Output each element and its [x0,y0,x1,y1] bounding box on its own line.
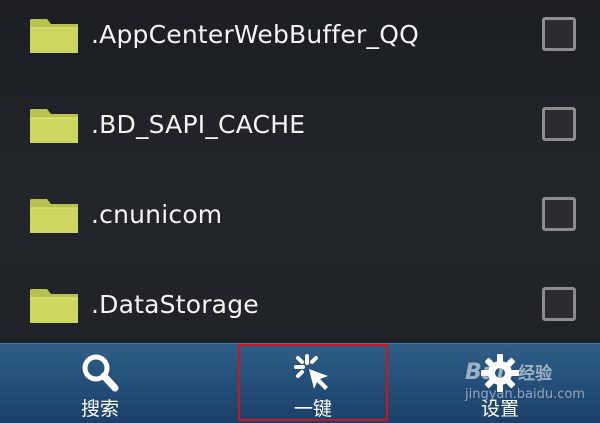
list-item[interactable]: .cnunicom [0,156,600,246]
folder-icon [29,106,79,144]
one-key-button[interactable]: 一键 [238,344,388,421]
folder-icon [29,286,79,324]
list-item[interactable]: .DataStorage [0,246,600,336]
file-checkbox[interactable] [542,107,576,141]
file-name: .AppCenterWebBuffer_QQ [91,20,419,49]
click-burst-icon [292,352,334,394]
folder-icon [29,196,79,234]
file-list: .AppCenterWebBuffer_QQ .BD_SAPI_CACHE .c… [0,0,600,343]
settings-button[interactable]: 设置 [450,344,550,423]
file-name: .BD_SAPI_CACHE [91,110,306,139]
list-item[interactable]: .AppCenterWebBuffer_QQ [0,0,600,66]
settings-label: 设置 [480,398,519,420]
list-item[interactable]: .BD_SAPI_CACHE [0,66,600,156]
search-label: 搜索 [80,398,119,420]
folder-icon [29,16,79,54]
magnifier-icon [79,352,121,394]
file-checkbox[interactable] [542,17,576,51]
file-name: .DataStorage [91,290,259,319]
one-key-label: 一键 [293,398,332,420]
bottom-toolbar: 搜索 一键 设置 Bai 经验 jingyan.baidu.com [0,343,600,423]
file-name: .cnunicom [91,200,223,229]
gear-icon [479,352,521,394]
search-button[interactable]: 搜索 [50,344,150,423]
file-checkbox[interactable] [542,287,576,321]
file-checkbox[interactable] [542,197,576,231]
